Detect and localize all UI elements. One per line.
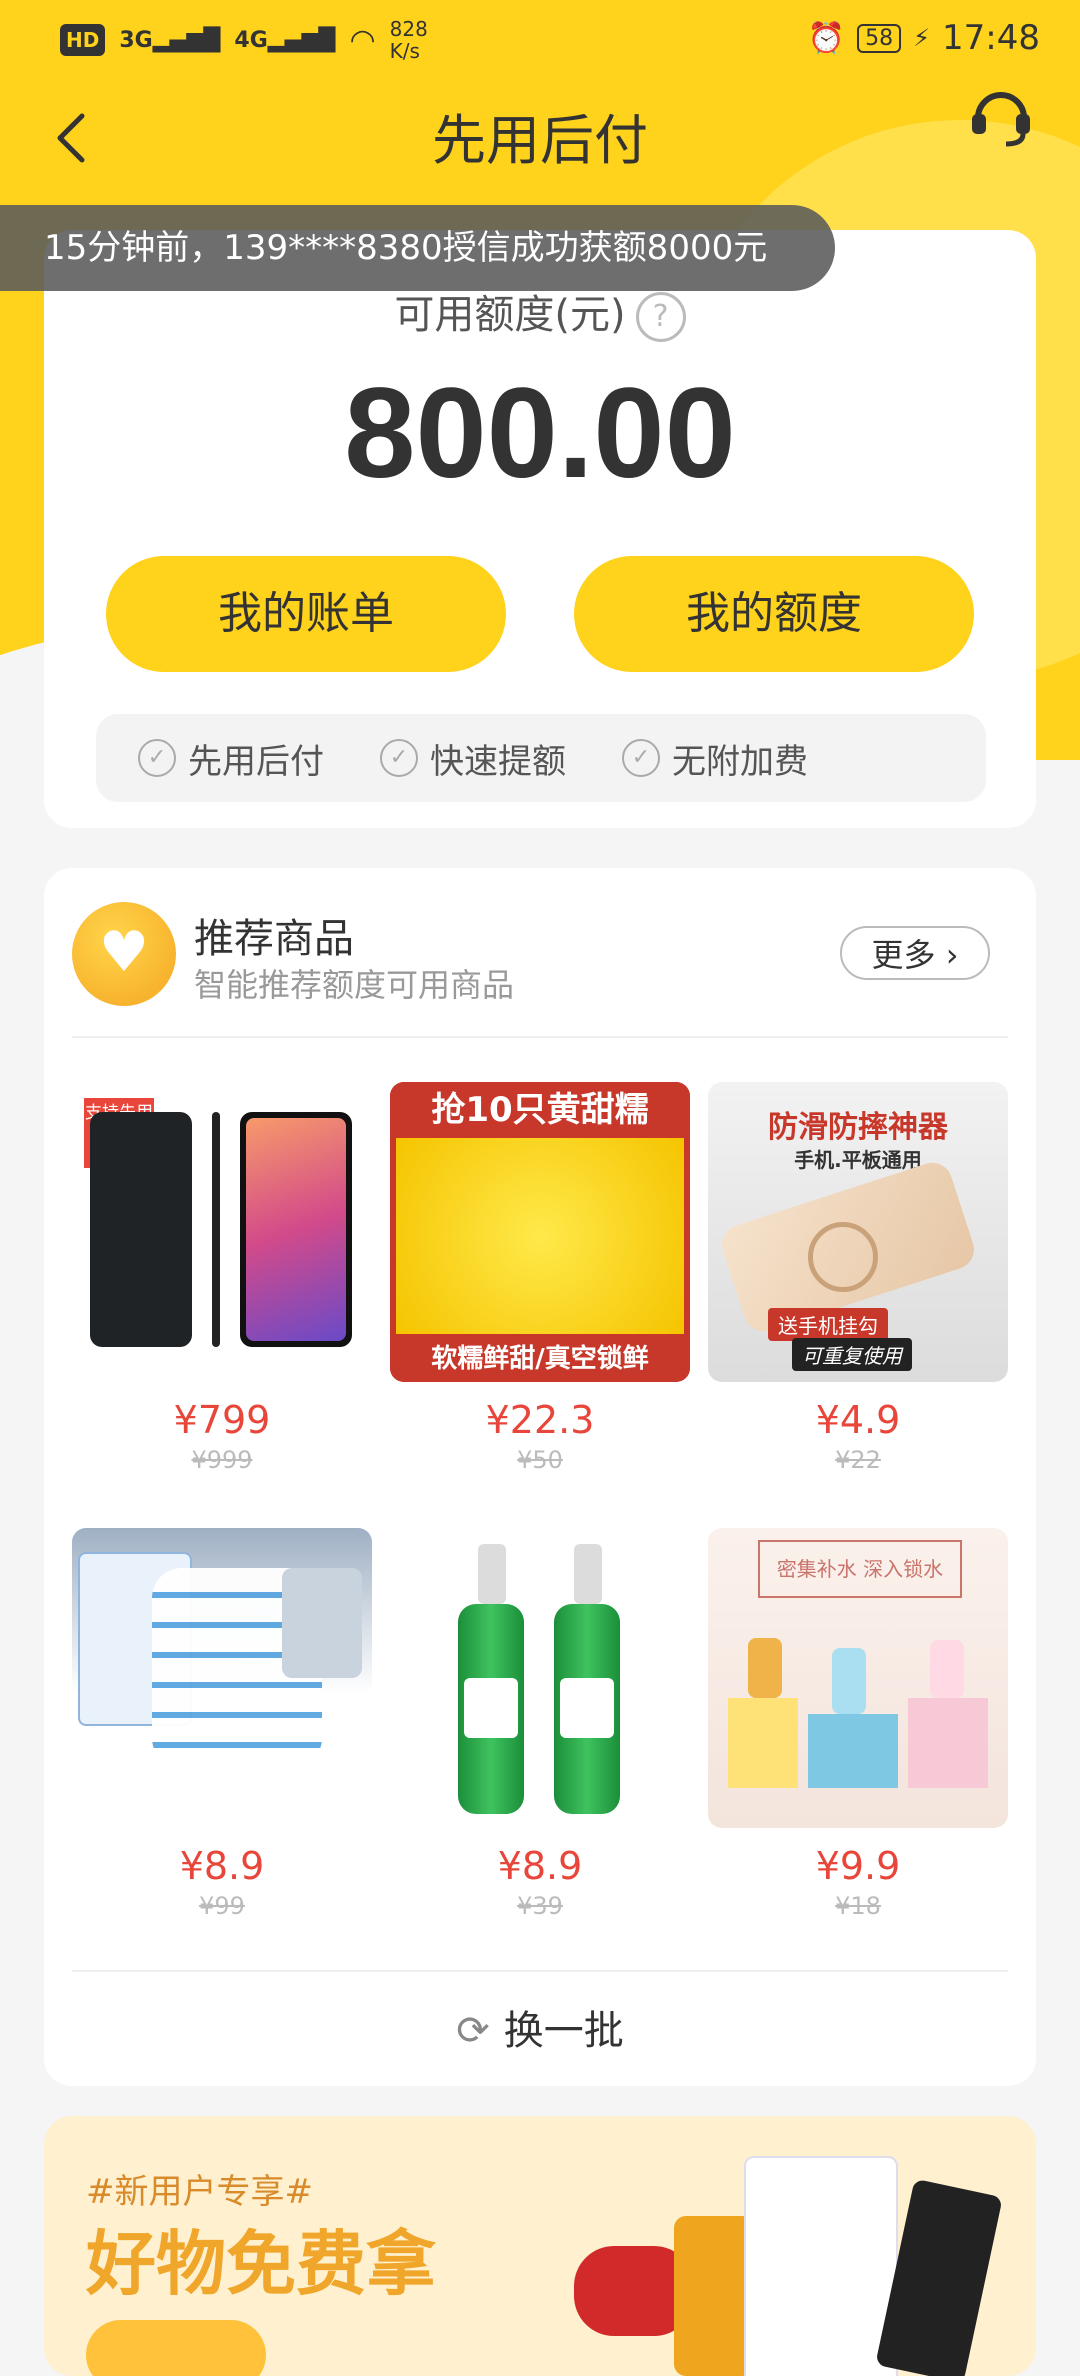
section-subtitle: 智能推荐额度可用商品 (194, 966, 515, 1004)
signal-3g-icon: 3G▂▄▆█ (119, 27, 221, 53)
new-user-banner[interactable]: #新用户专享# 好物免费拿 (44, 2116, 1036, 2376)
customer-service-icon[interactable] (966, 80, 1036, 150)
alarm-icon: ⏰ (807, 20, 846, 56)
features-bar: ✓ 先用后付 ✓ 快速提额 ✓ 无附加费 (96, 714, 986, 802)
clock: 17:48 (942, 18, 1040, 58)
product-original-price: ¥22 (835, 1446, 881, 1474)
product-card[interactable]: 密集补水 深入锁水 ¥9.9 ¥18 (708, 1528, 1008, 1938)
product-original-price: ¥50 (517, 1446, 563, 1474)
product-card[interactable]: ¥8.9 ¥99 (72, 1528, 372, 1938)
feature-item: ✓ 先用后付 (138, 734, 324, 783)
product-image (390, 1528, 690, 1828)
banner-title: 好物免费拿 (86, 2223, 436, 2305)
product-price: ¥22.3 (485, 1398, 595, 1442)
section-title: 推荐商品 (194, 916, 354, 962)
banner-tag: #新用户专享# (86, 2172, 313, 2212)
product-image (72, 1528, 372, 1828)
product-card[interactable]: 支持先用后付 ¥799 ¥999 (72, 1082, 372, 1492)
charging-icon: ⚡ (913, 24, 931, 52)
product-image: 防滑防摔神器 手机.平板通用 送手机挂勾 可重复使用 (708, 1082, 1008, 1382)
signal-4g-icon: 4G▂▄▆█ (234, 27, 336, 53)
product-original-price: ¥39 (517, 1892, 563, 1920)
product-original-price: ¥99 (199, 1892, 245, 1920)
help-icon[interactable]: ? (635, 292, 686, 342)
rice-bag-image (744, 2156, 898, 2376)
product-price: ¥4.9 (815, 1398, 901, 1442)
refresh-icon: ⟳ (456, 2008, 490, 2054)
status-bar: HD 3G▂▄▆█ 4G▂▄▆█ ◠ 828 K/s ⏰ 58 ⚡ 17:48 (0, 0, 1080, 80)
credit-amount: 800.00 (344, 362, 736, 505)
product-price: ¥8.9 (179, 1844, 265, 1888)
credit-notice-toast: 15分钟前，139****8380授信成功获额8000元 (0, 205, 835, 291)
hd-indicator: HD (60, 24, 106, 56)
refresh-button[interactable]: ⟳ 换一批 (44, 1998, 1036, 2056)
product-image: 支持先用后付 (72, 1082, 372, 1382)
check-circle-icon: ✓ (138, 739, 176, 777)
product-card[interactable]: 防滑防摔神器 手机.平板通用 送手机挂勾 可重复使用 ¥4.9 ¥22 (708, 1082, 1008, 1492)
product-card[interactable]: 抢10只黄甜糯 软糯鲜甜/真空锁鲜 ¥22.3 ¥50 (390, 1082, 690, 1492)
more-button[interactable]: 更多 › (840, 926, 990, 980)
network-speed: 828 K/s (389, 17, 428, 63)
product-image: 密集补水 深入锁水 (708, 1528, 1008, 1828)
credit-label: 可用额度(元) (394, 292, 626, 338)
divider (72, 1036, 1008, 1038)
page-title: 先用后付 (432, 109, 648, 172)
check-circle-icon: ✓ (622, 739, 660, 777)
product-price: ¥799 (173, 1398, 271, 1442)
check-circle-icon: ✓ (380, 739, 418, 777)
product-card[interactable]: ¥8.9 ¥39 (390, 1528, 690, 1938)
credit-label-row: 可用额度(元)? (44, 282, 1036, 342)
my-quota-button[interactable]: 我的额度 (574, 556, 974, 672)
oil-bottle-image (674, 2216, 754, 2376)
my-bill-button[interactable]: 我的账单 (106, 556, 506, 672)
recommend-section: ♥ 推荐商品 智能推荐额度可用商品 更多 › 支持先用后付 ¥799 ¥999 … (44, 868, 1036, 2086)
product-grid: 支持先用后付 ¥799 ¥999 抢10只黄甜糯 软糯鲜甜/真空锁鲜 ¥22.3… (72, 1082, 1012, 1938)
divider (72, 1970, 1008, 1972)
credit-card: 可用额度(元)? 800.00 我的账单 我的额度 ✓ 先用后付 ✓ 快速提额 ✓ 无… (44, 230, 1036, 828)
product-price: ¥8.9 (497, 1844, 583, 1888)
battery-icon: 58 (857, 23, 902, 53)
product-original-price: ¥999 (191, 1446, 253, 1474)
product-price: ¥9.9 (815, 1844, 901, 1888)
wifi-icon: ◠ (349, 22, 376, 58)
product-original-price: ¥18 (835, 1892, 881, 1920)
feature-item: ✓ 快速提额 (380, 734, 566, 783)
banner-action-button[interactable] (86, 2320, 266, 2376)
feature-item: ✓ 无附加费 (622, 734, 808, 783)
product-image: 抢10只黄甜糯 软糯鲜甜/真空锁鲜 (390, 1082, 690, 1382)
heart-icon: ♥ (72, 902, 176, 1006)
